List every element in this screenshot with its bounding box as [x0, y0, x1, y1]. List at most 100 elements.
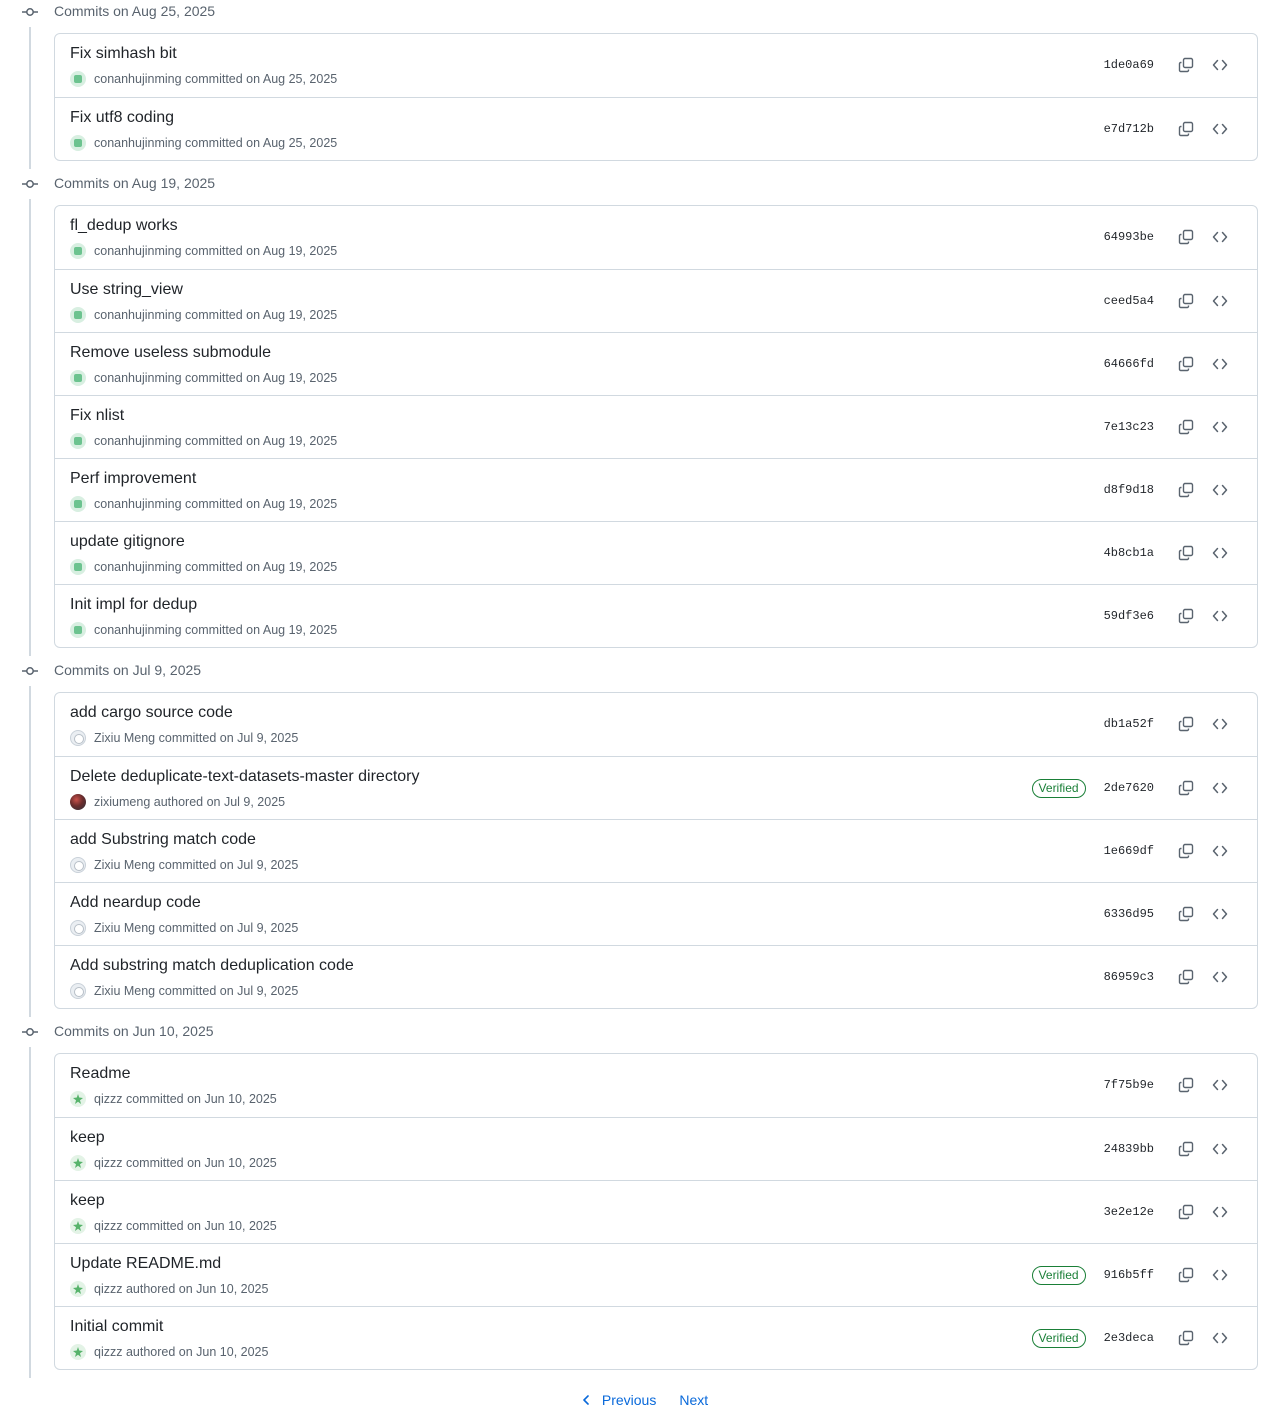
avatar[interactable]	[70, 135, 86, 151]
commit-author-link[interactable]: conanhujinming	[94, 244, 182, 258]
avatar[interactable]	[70, 1091, 86, 1107]
commit-sha-link[interactable]: ceed5a4	[1104, 294, 1154, 308]
commit-message-link[interactable]: Readme	[70, 1065, 130, 1083]
avatar[interactable]	[70, 370, 86, 386]
copy-sha-button[interactable]	[1169, 51, 1203, 79]
avatar[interactable]	[70, 559, 86, 575]
avatar[interactable]	[70, 730, 86, 746]
commit-message-link[interactable]: add Substring match code	[70, 831, 256, 849]
commit-message-link[interactable]: Fix nlist	[70, 407, 124, 425]
avatar[interactable]	[70, 307, 86, 323]
commit-message-link[interactable]: keep	[70, 1192, 105, 1210]
commit-author-link[interactable]: conanhujinming	[94, 623, 182, 637]
commit-message-link[interactable]: Delete deduplicate-text-datasets-master …	[70, 768, 420, 786]
commit-author-link[interactable]: conanhujinming	[94, 308, 182, 322]
browse-repo-button[interactable]	[1203, 1135, 1237, 1163]
commit-author-link[interactable]: Zixiu Meng	[94, 731, 155, 745]
commit-author-link[interactable]: conanhujinming	[94, 371, 182, 385]
browse-repo-button[interactable]	[1203, 476, 1237, 504]
commit-author-link[interactable]: conanhujinming	[94, 136, 182, 150]
browse-repo-button[interactable]	[1203, 1198, 1237, 1226]
commit-sha-link[interactable]: 86959c3	[1104, 970, 1154, 984]
commit-sha-link[interactable]: 2de7620	[1104, 781, 1154, 795]
commit-sha-link[interactable]: 916b5ff	[1104, 1268, 1154, 1282]
commit-author-link[interactable]: Zixiu Meng	[94, 984, 155, 998]
browse-repo-button[interactable]	[1203, 900, 1237, 928]
copy-sha-button[interactable]	[1169, 1198, 1203, 1226]
commit-sha-link[interactable]: 7e13c23	[1104, 420, 1154, 434]
avatar[interactable]	[70, 1218, 86, 1234]
commit-author-link[interactable]: Zixiu Meng	[94, 921, 155, 935]
copy-sha-button[interactable]	[1169, 900, 1203, 928]
verified-badge[interactable]: Verified	[1031, 1328, 1086, 1348]
avatar[interactable]	[70, 794, 86, 810]
copy-sha-button[interactable]	[1169, 1135, 1203, 1163]
copy-sha-button[interactable]	[1169, 223, 1203, 251]
browse-repo-button[interactable]	[1203, 602, 1237, 630]
avatar[interactable]	[70, 71, 86, 87]
commit-author-link[interactable]: qizzz	[94, 1219, 122, 1233]
browse-repo-button[interactable]	[1203, 51, 1237, 79]
browse-repo-button[interactable]	[1203, 710, 1237, 738]
commit-message-link[interactable]: Use string_view	[70, 281, 183, 299]
commit-sha-link[interactable]: 59df3e6	[1104, 609, 1154, 623]
commit-message-link[interactable]: update gitignore	[70, 533, 185, 551]
avatar[interactable]	[70, 1155, 86, 1171]
verified-badge[interactable]: Verified	[1031, 1265, 1086, 1285]
commit-sha-link[interactable]: 2e3deca	[1104, 1331, 1154, 1345]
commit-message-link[interactable]: Fix utf8 coding	[70, 109, 174, 127]
avatar[interactable]	[70, 622, 86, 638]
browse-repo-button[interactable]	[1203, 223, 1237, 251]
commit-message-link[interactable]: fl_dedup works	[70, 217, 178, 235]
commit-author-link[interactable]: qizzz	[94, 1156, 122, 1170]
browse-repo-button[interactable]	[1203, 963, 1237, 991]
commit-sha-link[interactable]: d8f9d18	[1104, 483, 1154, 497]
commit-sha-link[interactable]: 3e2e12e	[1104, 1205, 1154, 1219]
commit-author-link[interactable]: conanhujinming	[94, 497, 182, 511]
browse-repo-button[interactable]	[1203, 1261, 1237, 1289]
commit-sha-link[interactable]: 64993be	[1104, 230, 1154, 244]
avatar[interactable]	[70, 243, 86, 259]
avatar[interactable]	[70, 496, 86, 512]
commit-author-link[interactable]: qizzz	[94, 1345, 122, 1359]
browse-repo-button[interactable]	[1203, 115, 1237, 143]
commit-sha-link[interactable]: 7f75b9e	[1104, 1078, 1154, 1092]
commit-sha-link[interactable]: 64666fd	[1104, 357, 1154, 371]
commit-sha-link[interactable]: 1de0a69	[1104, 58, 1154, 72]
verified-badge[interactable]: Verified	[1031, 778, 1086, 798]
copy-sha-button[interactable]	[1169, 1324, 1203, 1352]
copy-sha-button[interactable]	[1169, 476, 1203, 504]
commit-message-link[interactable]: Perf improvement	[70, 470, 196, 488]
copy-sha-button[interactable]	[1169, 115, 1203, 143]
browse-repo-button[interactable]	[1203, 413, 1237, 441]
browse-repo-button[interactable]	[1203, 774, 1237, 802]
browse-repo-button[interactable]	[1203, 837, 1237, 865]
avatar[interactable]	[70, 1281, 86, 1297]
avatar[interactable]	[70, 1344, 86, 1360]
commit-author-link[interactable]: Zixiu Meng	[94, 858, 155, 872]
copy-sha-button[interactable]	[1169, 350, 1203, 378]
avatar[interactable]	[70, 433, 86, 449]
commit-message-link[interactable]: Add substring match deduplication code	[70, 957, 354, 975]
browse-repo-button[interactable]	[1203, 287, 1237, 315]
copy-sha-button[interactable]	[1169, 602, 1203, 630]
browse-repo-button[interactable]	[1203, 539, 1237, 567]
avatar[interactable]	[70, 920, 86, 936]
commit-message-link[interactable]: Update README.md	[70, 1255, 221, 1273]
copy-sha-button[interactable]	[1169, 1261, 1203, 1289]
commit-sha-link[interactable]: 6336d95	[1104, 907, 1154, 921]
next-page-link[interactable]: Next	[679, 1392, 708, 1408]
copy-sha-button[interactable]	[1169, 774, 1203, 802]
commit-sha-link[interactable]: e7d712b	[1104, 122, 1154, 136]
commit-author-link[interactable]: conanhujinming	[94, 434, 182, 448]
commit-message-link[interactable]: Fix simhash bit	[70, 45, 177, 63]
commit-author-link[interactable]: qizzz	[94, 1092, 122, 1106]
copy-sha-button[interactable]	[1169, 710, 1203, 738]
commit-message-link[interactable]: keep	[70, 1129, 105, 1147]
avatar[interactable]	[70, 857, 86, 873]
previous-page-link[interactable]: Previous	[580, 1392, 656, 1408]
avatar[interactable]	[70, 983, 86, 999]
commit-message-link[interactable]: Initial commit	[70, 1318, 163, 1336]
commit-message-link[interactable]: Init impl for dedup	[70, 596, 197, 614]
commit-message-link[interactable]: Remove useless submodule	[70, 344, 271, 362]
